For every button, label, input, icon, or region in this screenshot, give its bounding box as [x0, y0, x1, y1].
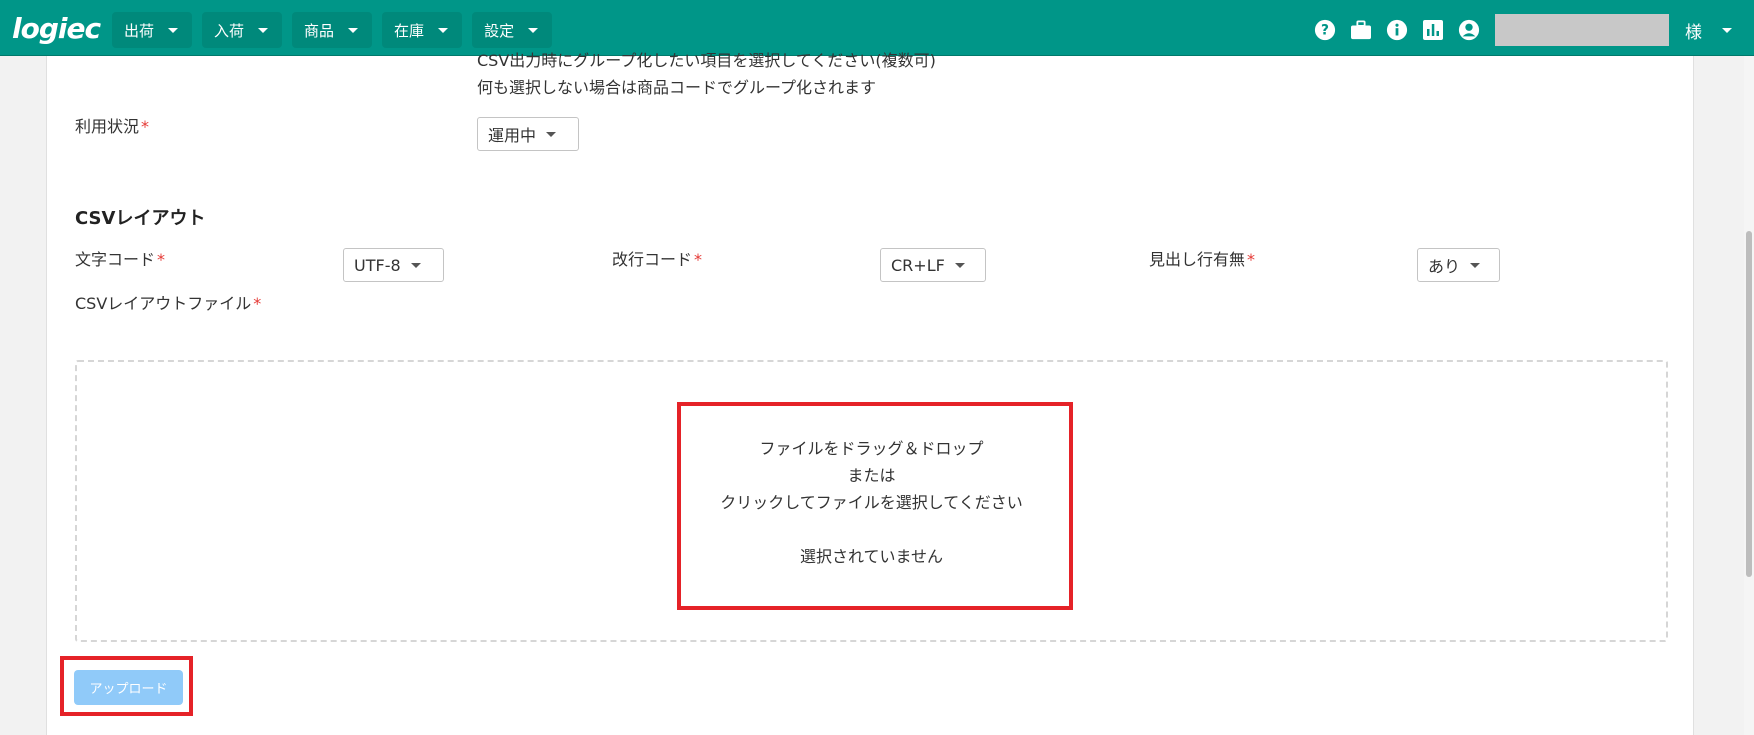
nav-label: 設定: [484, 21, 515, 40]
status-label-text: 利用状況: [75, 117, 140, 136]
required-mark: *: [253, 294, 262, 313]
status-select-value: 運用中: [488, 126, 537, 145]
caret-down-icon: [438, 27, 449, 33]
help-icon[interactable]: ?: [1313, 18, 1337, 42]
caret-down-icon: [348, 27, 359, 33]
status-label: 利用状況 *: [75, 113, 149, 137]
user-name-redacted: [1495, 14, 1669, 46]
caret-down-icon: [168, 27, 179, 33]
report-icon[interactable]: [1421, 18, 1445, 42]
account-icon[interactable]: [1457, 18, 1481, 42]
nav-products[interactable]: 商品: [292, 12, 373, 48]
encoding-label-text: 文字コード: [75, 250, 156, 269]
nav-receiving[interactable]: 入荷: [202, 12, 283, 48]
info-icon[interactable]: [1385, 18, 1409, 42]
nav-label: 出荷: [124, 21, 155, 40]
nav-inventory[interactable]: 在庫: [382, 12, 463, 48]
briefcase-icon[interactable]: [1349, 18, 1373, 42]
main-content: CSV出力時にグループ化したい項目を選択してください(複数可) 何も選択しない場…: [46, 51, 1694, 735]
status-select[interactable]: 運用中: [477, 117, 579, 151]
user-suffix: 様: [1685, 22, 1702, 43]
caret-down-icon: [1470, 262, 1481, 268]
file-dropzone[interactable]: ファイルをドラッグ＆ドロップ または クリックしてファイルを選択してください 選…: [75, 360, 1668, 642]
required-mark: *: [141, 117, 150, 136]
file-selection-status: 選択されていません: [799, 547, 944, 566]
caret-down-icon: [410, 262, 421, 268]
dropzone-line-1: ファイルをドラッグ＆ドロップ: [759, 439, 984, 458]
layout-file-label-text: CSVレイアウトファイル: [75, 294, 252, 313]
caret-down-icon: [954, 262, 965, 268]
required-mark: *: [157, 250, 166, 269]
csv-layout-title: CSVレイアウト: [75, 208, 206, 229]
dropzone-line-3: クリックしてファイルを選択してください: [720, 493, 1023, 512]
newline-select-value: CR+LF: [891, 255, 945, 275]
group-hint-line-1: CSV出力時にグループ化したい項目を選択してください(複数可): [477, 51, 936, 70]
dropzone-line-2: または: [847, 466, 896, 485]
page-scrollbar[interactable]: [1744, 56, 1754, 735]
user-menu-caret-icon[interactable]: [1722, 27, 1732, 33]
encoding-select[interactable]: UTF-8: [343, 248, 444, 282]
header-row-select[interactable]: あり: [1417, 248, 1500, 282]
header-row-label: 見出し行有無 *: [1149, 246, 1255, 270]
nav-label: 在庫: [394, 21, 425, 40]
scrollbar-thumb[interactable]: [1746, 231, 1752, 577]
header-actions: ? 様: [1313, 14, 1732, 46]
newline-label-text: 改行コード: [612, 250, 693, 269]
caret-down-icon: [258, 27, 269, 33]
encoding-select-value: UTF-8: [354, 255, 401, 275]
header-row-select-value: あり: [1428, 257, 1461, 276]
nav-settings[interactable]: 設定: [472, 12, 553, 48]
group-hint-line-2: 何も選択しない場合は商品コードでグループ化されます: [477, 78, 877, 97]
caret-down-icon: [546, 131, 557, 137]
header-row-label-text: 見出し行有無: [1149, 250, 1246, 269]
logiec-logo[interactable]: logiec: [12, 12, 101, 45]
newline-select[interactable]: CR+LF: [880, 248, 986, 282]
caret-down-icon: [528, 27, 539, 33]
required-mark: *: [694, 250, 703, 269]
nav-label: 入荷: [214, 21, 245, 40]
nav-label: 商品: [304, 21, 335, 40]
layout-file-label: CSVレイアウトファイル *: [75, 290, 261, 314]
upload-button[interactable]: アップロード: [74, 670, 183, 705]
required-mark: *: [1247, 250, 1256, 269]
svg-text:?: ?: [1321, 23, 1329, 39]
newline-label: 改行コード *: [612, 246, 702, 270]
nav-shipping[interactable]: 出荷: [112, 12, 193, 48]
main-nav: 出荷 入荷 商品 在庫 設定: [112, 12, 553, 48]
encoding-label: 文字コード *: [75, 246, 165, 270]
